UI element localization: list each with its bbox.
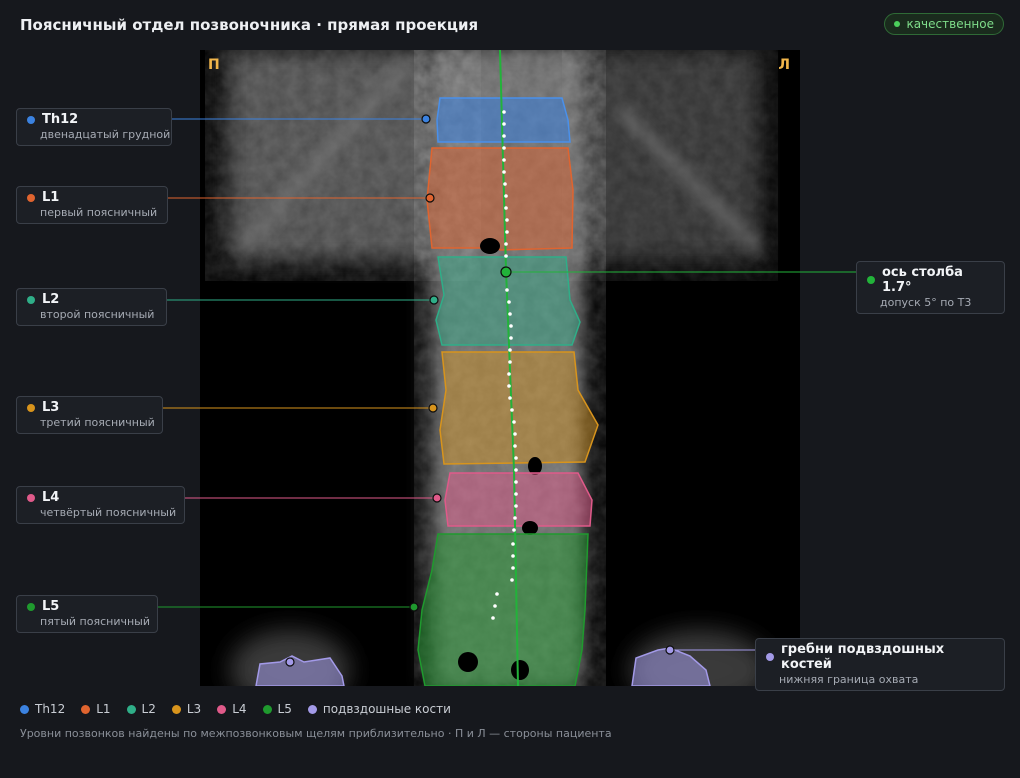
legend-label: L3 — [186, 702, 202, 716]
callout-name: гребни подвздошных костей — [781, 642, 945, 672]
page-title: Поясничный отдел позвоночника · прямая п… — [20, 16, 479, 34]
callout-spine-axis[interactable]: ось столба 1.7° допуск 5° по Т3 — [856, 261, 1005, 314]
legend-dot-icon — [171, 704, 181, 714]
legend: Th12 L1 L2 L3 L4 L5 подвздошные кости — [20, 702, 451, 716]
legend-dot-icon — [20, 704, 29, 714]
l2-dot-icon — [27, 295, 35, 304]
callout-sub: допуск 5° по Т3 — [880, 296, 972, 309]
legend-label: L4 — [232, 702, 247, 716]
side-marker-left: Л — [778, 57, 790, 73]
callout-sub: двенадцатый грудной — [40, 128, 171, 141]
legend-label: Th12 — [35, 702, 66, 716]
callout-sub: пятый поясничный — [40, 615, 150, 628]
callout-l3[interactable]: L3 третий поясничный — [16, 396, 163, 434]
legend-dot-icon — [126, 704, 136, 714]
callout-sub: второй поясничный — [40, 308, 155, 321]
axis-dot-icon — [867, 276, 875, 284]
l1-dot-icon — [27, 193, 35, 202]
legend-item-l5[interactable]: L5 — [262, 702, 292, 716]
l5-dot-icon — [27, 602, 35, 611]
status-dot-icon — [894, 21, 901, 27]
callout-name: L3 — [42, 400, 60, 415]
callout-name: L4 — [42, 490, 60, 505]
side-marker-right: П — [208, 57, 220, 73]
callout-name: L2 — [42, 292, 60, 307]
callout-th12[interactable]: Th12 двенадцатый грудной — [16, 108, 172, 146]
l4-vertebra — [444, 472, 593, 527]
callout-l5[interactable]: L5 пятый поясничный — [16, 595, 158, 633]
callout-name: Th12 — [42, 112, 79, 127]
callout-name: L5 — [42, 599, 60, 614]
l3-vertebra — [439, 351, 599, 465]
l4-dot-icon — [27, 493, 35, 502]
segmentation-svg — [200, 50, 800, 686]
legend-item-l4[interactable]: L4 — [217, 702, 247, 716]
legend-item-l2[interactable]: L2 — [126, 702, 156, 716]
legend-label: L1 — [96, 702, 111, 716]
footnote: Уровни позвонков найдены по межпозвонков… — [20, 727, 612, 740]
callout-name: L1 — [42, 190, 60, 205]
legend-dot-icon — [81, 704, 91, 714]
callout-l1[interactable]: L1 первый поясничный — [16, 186, 168, 224]
legend-dot-icon — [262, 704, 272, 714]
callout-sub: нижняя граница охвата — [779, 673, 919, 686]
callout-sub: третий поясничный — [40, 416, 155, 429]
legend-item-th12[interactable]: Th12 — [20, 702, 65, 716]
xray-image[interactable]: П Л — [200, 50, 800, 686]
callout-l2[interactable]: L2 второй поясничный — [16, 288, 167, 326]
callout-sub: первый поясничный — [40, 206, 158, 219]
l3-dot-icon — [27, 403, 35, 412]
legend-dot-icon — [307, 704, 317, 714]
iliac-dot-icon — [766, 653, 774, 661]
legend-item-l3[interactable]: L3 — [171, 702, 202, 716]
callout-name: ось столба 1.7° — [882, 265, 963, 295]
callout-sub: четвёртый поясничный — [40, 506, 177, 519]
legend-dot-icon — [217, 704, 227, 714]
legend-label: L2 — [141, 702, 156, 716]
l1-vertebra — [426, 147, 574, 251]
callout-iliac-crests[interactable]: гребни подвздошных костей нижняя граница… — [755, 638, 1005, 691]
th12-dot-icon — [27, 115, 35, 124]
legend-item-l1[interactable]: L1 — [81, 702, 111, 716]
quality-badge: качественное — [884, 13, 1004, 35]
legend-item-iliac[interactable]: подвздошные кости — [307, 702, 451, 716]
callout-l4[interactable]: L4 четвёртый поясничный — [16, 486, 185, 524]
legend-label: подвздошные кости — [322, 702, 451, 716]
legend-label: L5 — [277, 702, 292, 716]
quality-badge-label: качественное — [906, 17, 994, 31]
l5-vertebra — [417, 533, 589, 686]
